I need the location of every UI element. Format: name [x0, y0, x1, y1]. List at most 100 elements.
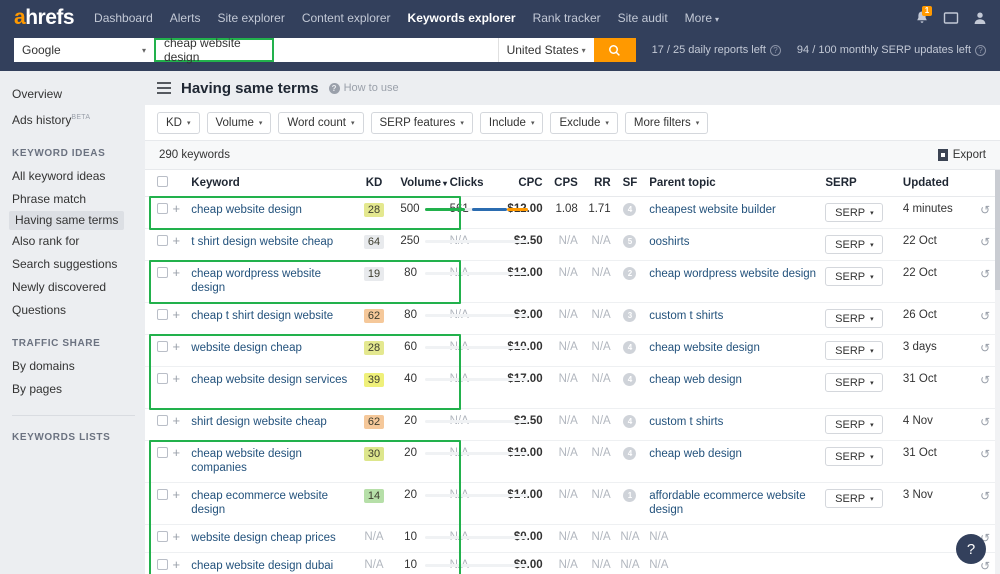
filter-serp-features[interactable]: SERP features ▾ — [370, 111, 473, 134]
parent-topic-link[interactable]: cheap wordpress website design — [649, 267, 817, 281]
col-keyword[interactable]: Keyword — [187, 170, 352, 197]
row-checkbox[interactable] — [157, 559, 168, 570]
plus-icon[interactable]: + — [172, 372, 180, 385]
keyword-link[interactable]: cheap website design companies — [191, 447, 347, 475]
nav-item-rank-tracker[interactable]: Rank tracker — [533, 11, 601, 25]
keyword-link[interactable]: cheap t shirt design website — [191, 309, 347, 323]
plus-icon[interactable]: + — [172, 202, 180, 215]
sidebar-item-all-keyword-ideas[interactable]: All keyword ideas — [12, 165, 145, 188]
bell-icon[interactable]: 1 — [914, 5, 932, 26]
sidebar-item-by-domains[interactable]: By domains — [12, 355, 145, 378]
parent-topic-link[interactable]: cheap website design — [649, 341, 817, 355]
table-row[interactable]: + cheap wordpress website design 19 80 N/A $1… — [145, 260, 1000, 303]
refresh-icon[interactable]: ↻ — [980, 559, 990, 573]
sidebar-item-phrase-match[interactable]: Phrase match — [12, 188, 145, 211]
sidebar-item-by-pages[interactable]: By pages — [12, 378, 145, 401]
keyword-link[interactable]: cheap website design services — [191, 373, 347, 387]
plus-icon[interactable]: + — [172, 414, 180, 427]
table-row[interactable]: + shirt design website cheap 62 20 N/A $2.50 N… — [145, 408, 1000, 441]
filter-kd[interactable]: KD ▾ — [157, 111, 200, 134]
filter-exclude[interactable]: Exclude ▾ — [550, 111, 618, 134]
parent-topic-link[interactable]: cheap web design — [649, 373, 817, 387]
keyword-link[interactable]: cheap website design dubai — [191, 559, 347, 573]
keyword-link[interactable]: cheap wordpress website design — [191, 267, 347, 295]
nav-item-alerts[interactable]: Alerts — [170, 11, 201, 25]
serp-dropdown-button[interactable]: SERP ▾ — [825, 235, 884, 254]
refresh-icon[interactable]: ↻ — [980, 309, 990, 323]
refresh-icon[interactable]: ↻ — [980, 447, 990, 461]
sidebar-item-search-suggestions[interactable]: Search suggestions — [12, 253, 145, 276]
help-fab-button[interactable]: ? — [956, 534, 986, 564]
nav-item-site-explorer[interactable]: Site explorer — [217, 11, 284, 25]
vertical-scrollbar[interactable] — [995, 170, 1000, 574]
serp-dropdown-button[interactable]: SERP ▾ — [825, 415, 884, 434]
table-row[interactable]: + cheap website design 28 500 561 $12.00 1.08 1… — [145, 196, 1000, 229]
parent-topic-link[interactable]: cheap web design — [649, 447, 817, 461]
plus-icon[interactable]: + — [172, 266, 180, 279]
filter-more-filters[interactable]: More filters ▾ — [624, 111, 709, 134]
row-checkbox[interactable] — [157, 447, 168, 458]
export-button[interactable]: Export — [937, 149, 986, 161]
keyword-link[interactable]: shirt design website cheap — [191, 415, 347, 429]
table-row[interactable]: + cheap website design services 39 40 N/A $17… — [145, 366, 1000, 409]
row-checkbox[interactable] — [157, 373, 168, 384]
refresh-icon[interactable]: ↻ — [980, 373, 990, 387]
sidebar-item-newly-discovered[interactable]: Newly discovered — [12, 276, 145, 299]
col-parent-topic[interactable]: Parent topic — [645, 170, 822, 197]
serp-dropdown-button[interactable]: SERP ▾ — [825, 309, 884, 328]
col-rr[interactable]: RR — [581, 170, 615, 197]
table-row[interactable]: + cheap t shirt design website 62 80 N/A $3.0… — [145, 302, 1000, 335]
table-row[interactable]: +cheap website design dubaiN/A10N/A$9.00… — [145, 552, 1000, 574]
sidebar-item-overview[interactable]: Overview — [12, 83, 145, 106]
refresh-icon[interactable]: ↻ — [980, 341, 990, 355]
plus-icon[interactable]: + — [172, 446, 180, 459]
search-engine-select[interactable]: Google ▾ — [14, 38, 154, 62]
col-sf[interactable]: SF — [614, 170, 646, 197]
serp-dropdown-button[interactable]: SERP ▾ — [825, 203, 884, 222]
refresh-icon[interactable]: ↻ — [980, 267, 990, 281]
refresh-icon[interactable]: ↻ — [980, 203, 990, 217]
row-checkbox[interactable] — [157, 415, 168, 426]
col-updated[interactable]: Updated — [898, 170, 970, 197]
account-icon[interactable] — [972, 10, 988, 26]
table-row[interactable]: +website design cheap pricesN/A10N/A$0.0… — [145, 524, 1000, 553]
keyword-input[interactable]: cheap website design — [154, 36, 274, 64]
scrollbar-thumb[interactable] — [995, 170, 1000, 290]
parent-topic-link[interactable]: custom t shirts — [649, 415, 817, 429]
parent-topic-link[interactable]: ooshirts — [649, 235, 817, 249]
table-row[interactable]: + t shirt design website cheap 64 250 N/A $2.… — [145, 228, 1000, 261]
refresh-icon[interactable]: ↻ — [980, 489, 990, 503]
row-checkbox[interactable] — [157, 309, 168, 320]
menu-toggle-icon[interactable] — [157, 82, 171, 94]
nav-item-content-explorer[interactable]: Content explorer — [302, 11, 391, 25]
row-checkbox[interactable] — [157, 203, 168, 214]
row-checkbox[interactable] — [157, 235, 168, 246]
table-row[interactable]: + website design cheap 28 60 N/A $10.00 N/A N/A… — [145, 334, 1000, 367]
refresh-icon[interactable]: ↻ — [980, 415, 990, 429]
serp-dropdown-button[interactable]: SERP ▾ — [825, 267, 884, 286]
info-icon[interactable]: ? — [769, 44, 781, 56]
row-checkbox[interactable] — [157, 341, 168, 352]
serp-dropdown-button[interactable]: SERP ▾ — [825, 341, 884, 360]
how-to-use-link[interactable]: ? How to use — [328, 82, 399, 94]
ahrefs-logo[interactable]: ahrefs — [14, 6, 75, 30]
keyword-link[interactable]: cheap website design — [191, 203, 347, 217]
sidebar-item-also-rank-for[interactable]: Also rank for — [12, 230, 145, 253]
nav-item-dashboard[interactable]: Dashboard — [94, 11, 153, 25]
plus-icon[interactable]: + — [172, 308, 180, 321]
serp-dropdown-button[interactable]: SERP ▾ — [825, 489, 884, 508]
filter-include[interactable]: Include ▾ — [479, 111, 544, 134]
keyword-link[interactable]: t shirt design website cheap — [191, 235, 347, 249]
filter-volume[interactable]: Volume ▾ — [206, 111, 272, 134]
parent-topic-link[interactable]: affordable ecommerce website design — [649, 489, 817, 517]
col-cps[interactable]: CPS — [546, 170, 582, 197]
sidebar-item-ads-history[interactable]: Ads historyBETA — [12, 106, 145, 132]
keyword-link[interactable]: website design cheap prices — [191, 531, 347, 545]
serp-dropdown-button[interactable]: SERP ▾ — [825, 373, 884, 392]
table-row[interactable]: + cheap ecommerce website design 14 20 N/A $1… — [145, 482, 1000, 525]
col-kd[interactable]: KD — [351, 170, 397, 197]
info-icon[interactable]: ? — [975, 44, 986, 56]
keyword-link[interactable]: website design cheap — [191, 341, 347, 355]
sidebar-item-having-same-terms[interactable]: Having same terms — [9, 211, 125, 230]
plus-icon[interactable]: + — [172, 234, 180, 247]
